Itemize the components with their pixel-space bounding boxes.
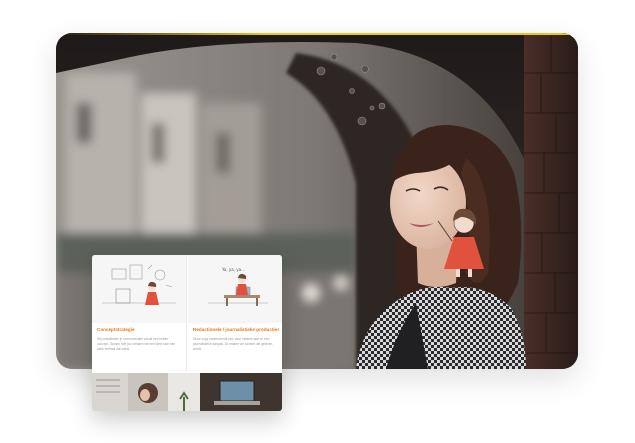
service-title[interactable]: Redactionele / journalistieke producties xyxy=(193,327,279,333)
service-description: Wij ontwikkelen je communicatie vanuit e… xyxy=(97,337,176,351)
office-scene-illustration xyxy=(92,255,186,323)
desk-scene-illustration xyxy=(188,255,282,323)
service-title[interactable]: Conceptstrategie xyxy=(97,327,183,333)
preview-photo-strip xyxy=(92,373,282,411)
service-card-redactionele: Ya, ya, ya... Redactionele / journalisti… xyxy=(188,255,282,371)
service-card-conceptstrategie: Conceptstrategie Wij ontwikkelen je comm… xyxy=(92,255,187,371)
accent-line xyxy=(56,33,578,35)
speech-text: Ya, ya, ya... xyxy=(222,267,245,272)
service-description: Onze copy onderscheidt zich door heldere… xyxy=(193,337,273,351)
website-preview-card: Conceptstrategie Wij ontwikkelen je comm… xyxy=(92,255,282,411)
